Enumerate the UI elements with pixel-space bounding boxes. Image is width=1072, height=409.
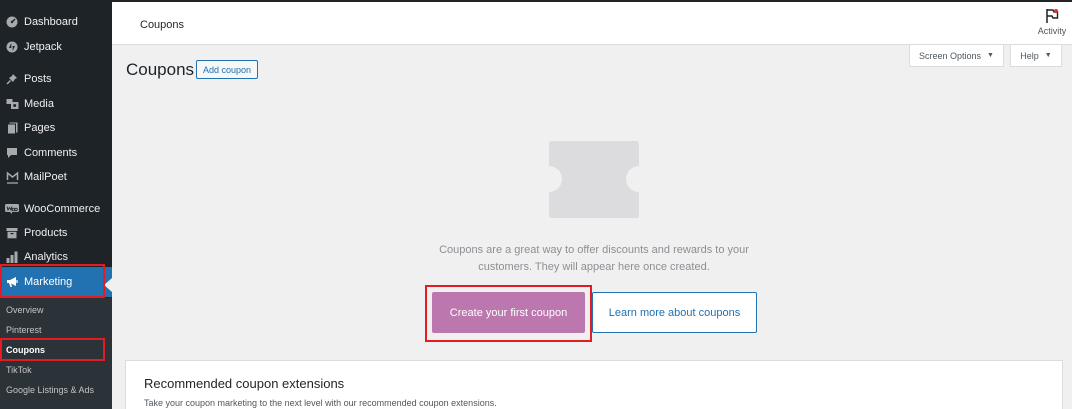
add-coupon-button[interactable]: Add coupon	[196, 60, 259, 79]
sidebar-item-label: Comments	[24, 147, 78, 159]
recommended-extensions-card: Recommended coupon extensions Take your …	[125, 360, 1063, 409]
sidebar-item-label: Jetpack	[24, 41, 62, 53]
active-menu-caret	[104, 278, 112, 292]
sidebar-item-marketing[interactable]: Marketing	[0, 267, 112, 297]
sidebar-item-pages[interactable]: Pages	[0, 116, 112, 140]
top-header-bar: Coupons Activity	[112, 0, 1072, 45]
archive-icon	[5, 226, 19, 240]
sidebar-item-label: Pages	[24, 122, 56, 134]
submenu-item-coupons[interactable]: Coupons	[6, 345, 45, 355]
create-first-coupon-button[interactable]: Create your first coupon	[432, 292, 585, 333]
sidebar-item-label: Media	[24, 98, 54, 110]
bar-chart-icon	[5, 250, 19, 264]
recommended-subtitle: Take your coupon marketing to the next l…	[144, 398, 497, 408]
sidebar-item-woocommerce[interactable]: WooCommerce	[0, 197, 112, 221]
page-title: Coupons	[126, 60, 195, 79]
sidebar-item-analytics[interactable]: Analytics	[0, 245, 112, 269]
admin-sidebar: Dashboard Jetpack Posts Media Pages Comm…	[0, 0, 112, 409]
sidebar-item-posts[interactable]: Posts	[0, 67, 112, 91]
caret-down-icon: ▼	[987, 52, 994, 59]
screen-options-label: Screen Options	[919, 50, 982, 61]
sidebar-item-label: Products	[24, 227, 68, 239]
help-button[interactable]: Help ▼	[1010, 45, 1062, 67]
header-title: Coupons	[140, 19, 185, 31]
sidebar-item-mailpoet[interactable]: MailPoet	[0, 165, 112, 189]
sidebar-item-label: Marketing	[24, 276, 73, 288]
learn-more-coupons-button[interactable]: Learn more about coupons	[592, 292, 757, 333]
comment-icon	[5, 146, 19, 160]
sidebar-item-comments[interactable]: Comments	[0, 141, 112, 165]
megaphone-icon	[5, 275, 19, 289]
pin-icon	[5, 72, 19, 86]
sidebar-item-label: Dashboard	[24, 16, 78, 28]
flag-icon	[1046, 9, 1059, 23]
pages-icon	[5, 121, 19, 135]
submenu-item-tiktok[interactable]: TikTok	[6, 365, 32, 375]
empty-state-message: Coupons are a great way to offer discoun…	[439, 244, 749, 273]
submenu-item-pinterest[interactable]: Pinterest	[6, 325, 42, 335]
sidebar-item-label: MailPoet	[24, 171, 67, 183]
caret-down-icon: ▼	[1044, 52, 1052, 59]
sidebar-item-label: Analytics	[24, 251, 69, 263]
help-label: Help	[1020, 50, 1039, 61]
screen-options-button[interactable]: Screen Options ▼	[909, 45, 1004, 67]
woo-icon	[5, 202, 19, 216]
submenu-item-overview[interactable]: Overview	[6, 305, 44, 315]
dashboard-icon	[5, 15, 19, 29]
media-icon	[5, 97, 19, 111]
sidebar-item-jetpack[interactable]: Jetpack	[0, 35, 112, 59]
jetpack-icon	[5, 40, 19, 54]
sidebar-item-label: Posts	[24, 73, 52, 85]
marketing-submenu: Overview Pinterest Coupons TikTok Google…	[0, 298, 112, 409]
sidebar-item-products[interactable]: Products	[0, 221, 112, 245]
submenu-item-google-listings[interactable]: Google Listings & Ads	[6, 385, 94, 395]
recommended-title: Recommended coupon extensions	[144, 376, 345, 391]
sidebar-item-dashboard[interactable]: Dashboard	[0, 10, 112, 34]
activity-button[interactable]: Activity	[1034, 8, 1070, 36]
mailpoet-icon	[5, 170, 19, 184]
sidebar-item-label: WooCommerce	[24, 203, 101, 215]
activity-label: Activity	[1037, 26, 1067, 36]
sidebar-item-media[interactable]: Media	[0, 92, 112, 116]
coupon-ticket-icon	[549, 141, 639, 218]
